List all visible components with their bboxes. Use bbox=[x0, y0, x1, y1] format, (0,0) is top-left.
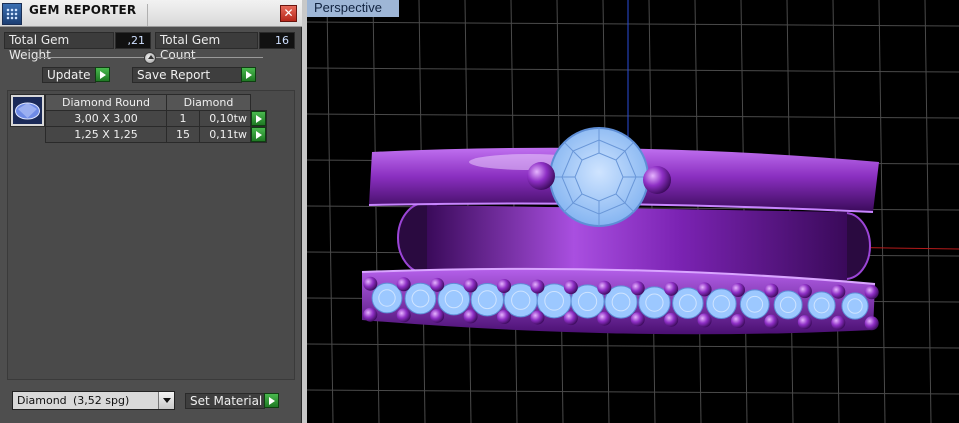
table-row[interactable]: 1,25 X 1,25 15 0,11tw bbox=[45, 126, 267, 143]
band-prong-ball bbox=[563, 311, 578, 326]
grid-line bbox=[372, 0, 380, 423]
material-name: Diamond bbox=[17, 394, 67, 407]
gem-reporter-panel: GEM REPORTER ✕ Total Gem Weight ,21 Tota… bbox=[0, 0, 302, 423]
grid-line bbox=[307, 21, 959, 27]
band-prong-ball bbox=[831, 315, 846, 330]
material-spg: (3,52 spg) bbox=[73, 394, 130, 407]
save-report-play-icon[interactable] bbox=[241, 67, 256, 82]
band-prong-ball bbox=[864, 285, 879, 300]
band-prong-ball bbox=[530, 310, 545, 325]
prong-ball-left bbox=[527, 162, 555, 190]
band-prong-ball bbox=[597, 280, 612, 295]
total-gem-count-value: 16 bbox=[259, 32, 295, 49]
grid-line bbox=[832, 0, 840, 423]
gem-material-header: Diamond bbox=[166, 94, 251, 111]
band-prong-ball bbox=[396, 277, 411, 292]
table-row[interactable]: 3,00 X 3,00 1 0,10tw bbox=[45, 110, 267, 127]
band-prong-ball bbox=[463, 278, 478, 293]
band-prong-ball bbox=[630, 312, 645, 327]
band-prong-ball bbox=[430, 308, 445, 323]
band-prong-ball bbox=[697, 313, 712, 328]
update-button-label: Update bbox=[47, 68, 91, 82]
gem-size-cell: 3,00 X 3,00 bbox=[45, 110, 167, 127]
title-separator bbox=[147, 4, 148, 26]
gem-count-cell: 1 bbox=[166, 110, 200, 127]
row-select-button[interactable] bbox=[250, 126, 267, 143]
gem-count-cell: 15 bbox=[166, 126, 200, 143]
title-bar[interactable]: GEM REPORTER ✕ bbox=[0, 0, 302, 27]
close-icon: ✕ bbox=[283, 6, 294, 20]
set-material-button-label: Set Material bbox=[190, 394, 263, 408]
grid-line bbox=[307, 67, 959, 73]
gem-table-header: Diamond Round Diamond bbox=[45, 94, 267, 111]
set-material-button[interactable]: Set Material bbox=[185, 393, 265, 409]
grid-line bbox=[307, 389, 959, 395]
play-icon[interactable] bbox=[251, 111, 266, 126]
band-diamond bbox=[841, 292, 869, 320]
window-title: GEM REPORTER bbox=[29, 3, 137, 17]
band-diamond bbox=[773, 290, 803, 320]
total-gem-weight-label: Total Gem Weight bbox=[4, 32, 114, 62]
grid-line bbox=[924, 0, 932, 423]
grid-line bbox=[307, 343, 959, 349]
perspective-viewport[interactable]: Perspective bbox=[307, 0, 959, 423]
band-prong-ball bbox=[797, 315, 812, 330]
save-report-button[interactable]: Save Report bbox=[132, 67, 242, 83]
band-diamond bbox=[705, 288, 737, 320]
band-prong-ball bbox=[731, 314, 745, 328]
band-diamond bbox=[739, 289, 770, 320]
band-diamond bbox=[807, 291, 836, 320]
diamond-thumbnail-icon[interactable] bbox=[10, 94, 45, 127]
viewport-label: Perspective bbox=[307, 0, 399, 17]
chevron-down-icon[interactable] bbox=[158, 392, 174, 409]
play-icon[interactable] bbox=[251, 127, 266, 142]
prong-ball-right bbox=[643, 166, 671, 194]
band-prong-ball bbox=[597, 311, 612, 326]
band-prong-ball bbox=[530, 279, 545, 294]
band-prong-ball bbox=[731, 283, 745, 297]
set-material-play-icon[interactable] bbox=[264, 393, 279, 408]
update-button[interactable]: Update bbox=[42, 67, 96, 83]
band-prong-ball bbox=[363, 307, 378, 322]
band-prong-ball bbox=[831, 284, 846, 299]
band-prong-ball bbox=[764, 283, 779, 298]
slider-knob-icon[interactable] bbox=[144, 52, 156, 64]
grid-line bbox=[326, 0, 334, 423]
band-prong-ball bbox=[396, 308, 411, 323]
band-prong-ball bbox=[463, 309, 478, 324]
update-play-icon[interactable] bbox=[95, 67, 110, 82]
gem-size-cell: 1,25 X 1,25 bbox=[45, 126, 167, 143]
save-report-button-label: Save Report bbox=[137, 68, 211, 82]
band-prong-ball bbox=[497, 279, 511, 293]
band-prong-ball bbox=[797, 284, 812, 299]
close-button[interactable]: ✕ bbox=[280, 5, 297, 22]
gem-reporter-icon bbox=[2, 3, 22, 25]
total-gem-weight-value: ,21 bbox=[115, 32, 151, 49]
grid-line bbox=[878, 0, 886, 423]
band-prong-ball bbox=[764, 314, 779, 329]
band-prong-ball bbox=[563, 280, 578, 295]
row-select-button[interactable] bbox=[250, 110, 267, 127]
material-select[interactable]: Diamond (3,52 spg) bbox=[12, 391, 175, 410]
band-prong-ball bbox=[630, 281, 645, 296]
band-prong-ball bbox=[864, 316, 879, 331]
gem-weight-cell: 0,10tw bbox=[199, 110, 251, 127]
band-prong-ball bbox=[664, 312, 679, 327]
band-prong-ball bbox=[697, 282, 712, 297]
band-prong-ball bbox=[430, 277, 445, 292]
gem-shape-header: Diamond Round bbox=[45, 94, 167, 111]
total-gem-count-label: Total Gem Count bbox=[155, 32, 258, 62]
gem-table: Diamond Round Diamond 3,00 X 3,00 1 0,10… bbox=[45, 94, 267, 143]
band-prong-ball bbox=[363, 276, 378, 291]
band-diamond bbox=[371, 282, 403, 314]
band-prong-ball bbox=[497, 310, 511, 324]
grid-line bbox=[307, 113, 959, 119]
gem-weight-cell: 0,11tw bbox=[199, 126, 251, 143]
band-prong-ball bbox=[664, 281, 679, 296]
